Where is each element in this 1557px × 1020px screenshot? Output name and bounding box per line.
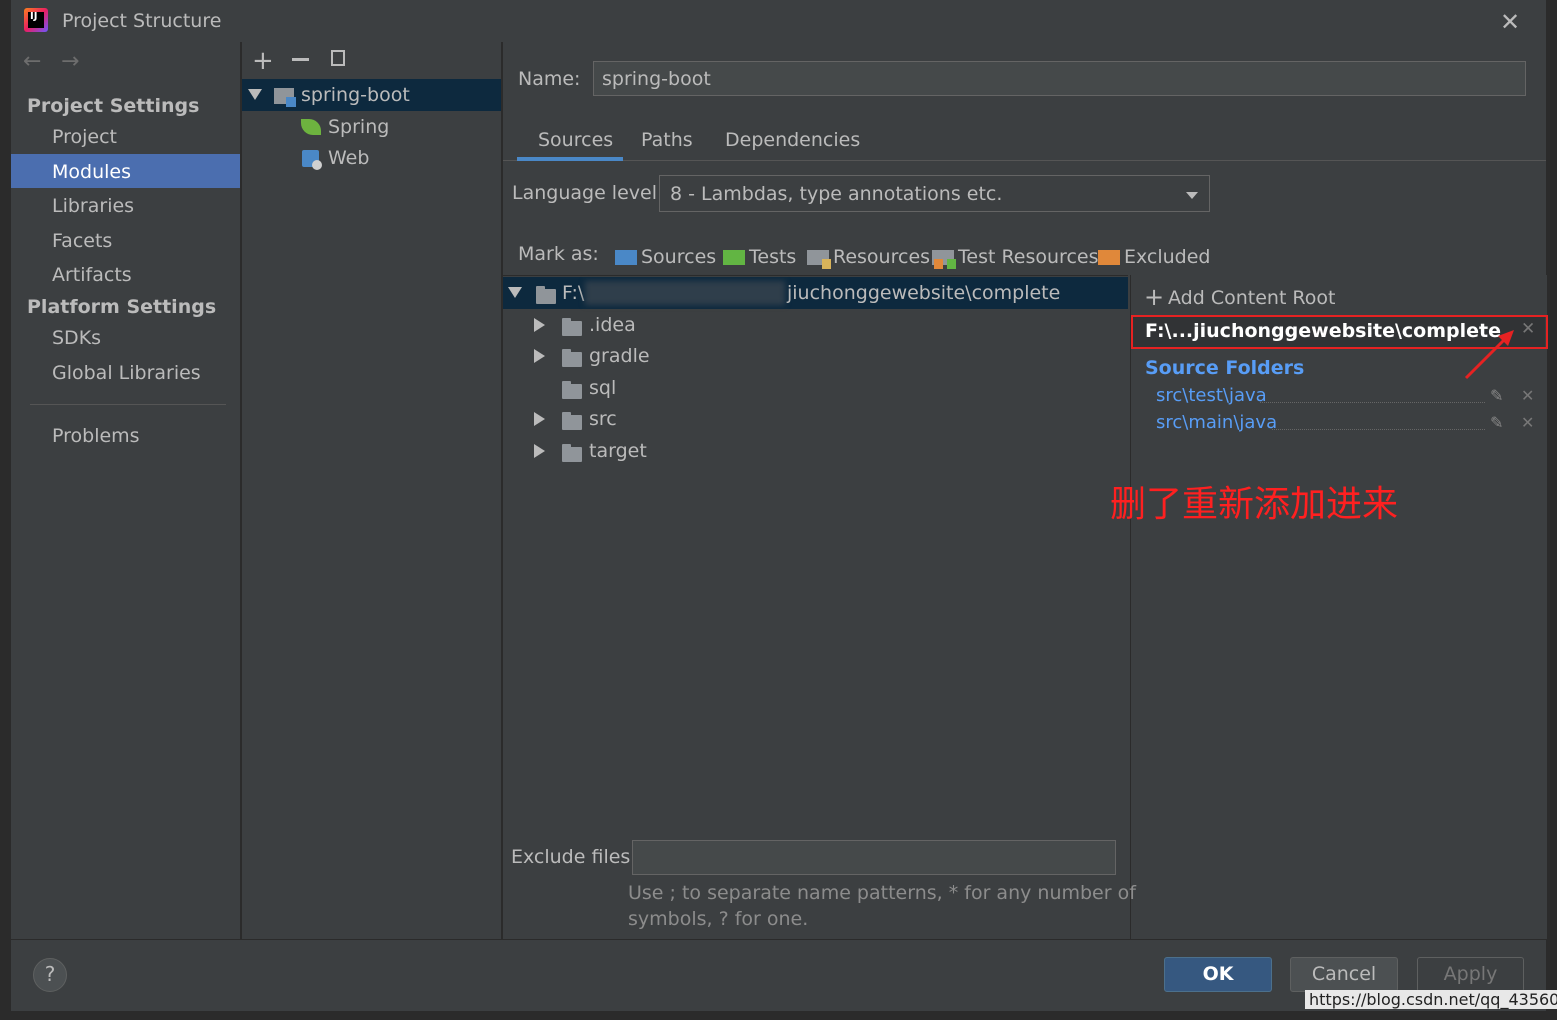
edit-icon[interactable]: ✎	[1490, 413, 1503, 432]
folder-icon	[562, 381, 582, 403]
mark-sources-button[interactable]: Sources	[641, 246, 716, 268]
red-arrow-annotation	[1464, 330, 1514, 380]
tab-paths[interactable]: Paths	[641, 129, 693, 151]
sidebar-item-libraries[interactable]: Libraries	[52, 195, 134, 217]
sidebar-item-facets[interactable]: Facets	[52, 230, 112, 252]
folder-icon	[536, 286, 556, 308]
sources-folder-icon	[615, 250, 637, 265]
name-field[interactable]: spring-boot	[593, 61, 1526, 96]
leader-dots	[1260, 402, 1485, 403]
title-bar	[11, 0, 1546, 42]
tree-item-src[interactable]: src	[589, 408, 617, 430]
project-settings-header: Project Settings	[27, 95, 200, 117]
exclude-files-label: Exclude files:	[511, 846, 637, 868]
folder-icon	[562, 349, 582, 371]
source-folder-test[interactable]: src\test\java	[1156, 385, 1267, 406]
tab-sources[interactable]: Sources	[538, 129, 613, 151]
red-annotation-text: 删了重新添加进来	[1110, 484, 1399, 525]
module-root[interactable]: spring-boot	[301, 84, 410, 106]
expand-arrow-icon[interactable]	[534, 349, 545, 363]
redacted-path	[585, 281, 785, 305]
leader-dots	[1272, 429, 1485, 430]
sidebar-item-artifacts[interactable]: Artifacts	[52, 264, 132, 286]
language-level-label: Language level:	[512, 182, 664, 204]
tree-item-target[interactable]: target	[589, 440, 647, 462]
module-child-spring[interactable]: Spring	[328, 116, 389, 138]
remove-icon[interactable]	[292, 58, 309, 61]
expand-arrow-icon[interactable]	[248, 89, 262, 100]
content-root-prefix[interactable]: F:\	[562, 282, 584, 304]
name-field-value: spring-boot	[602, 68, 711, 90]
forward-arrow-icon[interactable]: →	[61, 49, 79, 74]
exclude-files-input[interactable]	[632, 840, 1116, 875]
active-tab-indicator	[517, 157, 623, 161]
expand-arrow-icon[interactable]	[534, 318, 545, 332]
add-content-root-button[interactable]: Add Content Root	[1168, 287, 1335, 309]
expand-arrow-icon[interactable]	[534, 444, 545, 458]
source-folder-main[interactable]: src\main\java	[1156, 412, 1277, 433]
sidebar-item-problems[interactable]: Problems	[52, 425, 140, 447]
folder-icon	[562, 412, 582, 434]
tab-strip-line	[503, 160, 1546, 161]
tree-item-gradle[interactable]: gradle	[589, 345, 650, 367]
module-tree-pane	[242, 42, 501, 939]
sidebar-divider	[30, 404, 226, 405]
mark-resources-button[interactable]: Resources	[833, 246, 930, 268]
ok-button[interactable]: OK	[1164, 957, 1272, 992]
expand-arrow-icon[interactable]	[534, 412, 545, 426]
help-button[interactable]: ?	[33, 958, 67, 992]
mark-excluded-button[interactable]: Excluded	[1124, 246, 1211, 268]
background-strip	[0, 0, 11, 1020]
excluded-folder-icon	[1098, 250, 1120, 265]
copy-icon[interactable]	[331, 50, 345, 66]
tab-dependencies[interactable]: Dependencies	[725, 129, 860, 151]
mark-as-label: Mark as:	[518, 243, 599, 265]
mark-tests-button[interactable]: Tests	[749, 246, 796, 268]
sidebar-item-global-libraries[interactable]: Global Libraries	[52, 362, 201, 384]
tests-folder-icon	[723, 250, 745, 265]
sidebar-item-modules[interactable]: Modules	[52, 161, 131, 183]
plus-icon[interactable]: +	[1144, 283, 1164, 311]
name-label: Name:	[518, 68, 581, 90]
exclude-hint-line1: Use ; to separate name patterns, * for a…	[628, 882, 1136, 904]
back-arrow-icon[interactable]: ←	[23, 49, 41, 74]
close-icon[interactable]: ✕	[1500, 8, 1520, 36]
watermark-text: https://blog.csdn.net/qq_43560721	[1305, 990, 1557, 1009]
sidebar-item-sdks[interactable]: SDKs	[52, 327, 101, 349]
test-resources-folder-icon	[932, 250, 956, 269]
web-icon	[302, 150, 322, 170]
add-icon[interactable]: +	[252, 46, 274, 76]
remove-folder-icon[interactable]: ✕	[1521, 386, 1534, 405]
module-child-web[interactable]: Web	[328, 147, 369, 169]
resources-folder-icon	[807, 250, 831, 269]
exclude-hint-line2: symbols, ? for one.	[628, 908, 809, 930]
language-level-value: 8 - Lambdas, type annotations etc.	[670, 183, 1003, 205]
platform-settings-header: Platform Settings	[27, 296, 217, 318]
source-folders-header: Source Folders	[1145, 357, 1305, 379]
window-title: Project Structure	[62, 10, 222, 32]
tree-item-sql[interactable]: sql	[589, 377, 616, 399]
folder-icon	[562, 318, 582, 340]
background-bottom	[0, 1010, 1557, 1020]
chevron-down-icon	[1186, 192, 1198, 199]
expand-arrow-icon[interactable]	[508, 287, 522, 298]
cancel-button[interactable]: Cancel	[1290, 957, 1398, 992]
content-root-suffix[interactable]: jiuchonggewebsite\complete	[787, 282, 1060, 304]
remove-folder-icon[interactable]: ✕	[1521, 413, 1534, 432]
edit-icon[interactable]: ✎	[1490, 386, 1503, 405]
mark-test-resources-button[interactable]: Test Resources	[958, 246, 1099, 268]
module-folder-icon	[274, 88, 296, 107]
intellij-app-icon: IJ	[24, 8, 48, 32]
language-level-dropdown[interactable]: 8 - Lambdas, type annotations etc.	[659, 175, 1210, 212]
folder-icon	[562, 444, 582, 466]
sidebar-item-project[interactable]: Project	[52, 126, 117, 148]
apply-button[interactable]: Apply	[1417, 957, 1524, 992]
tree-item-idea[interactable]: .idea	[589, 314, 636, 336]
